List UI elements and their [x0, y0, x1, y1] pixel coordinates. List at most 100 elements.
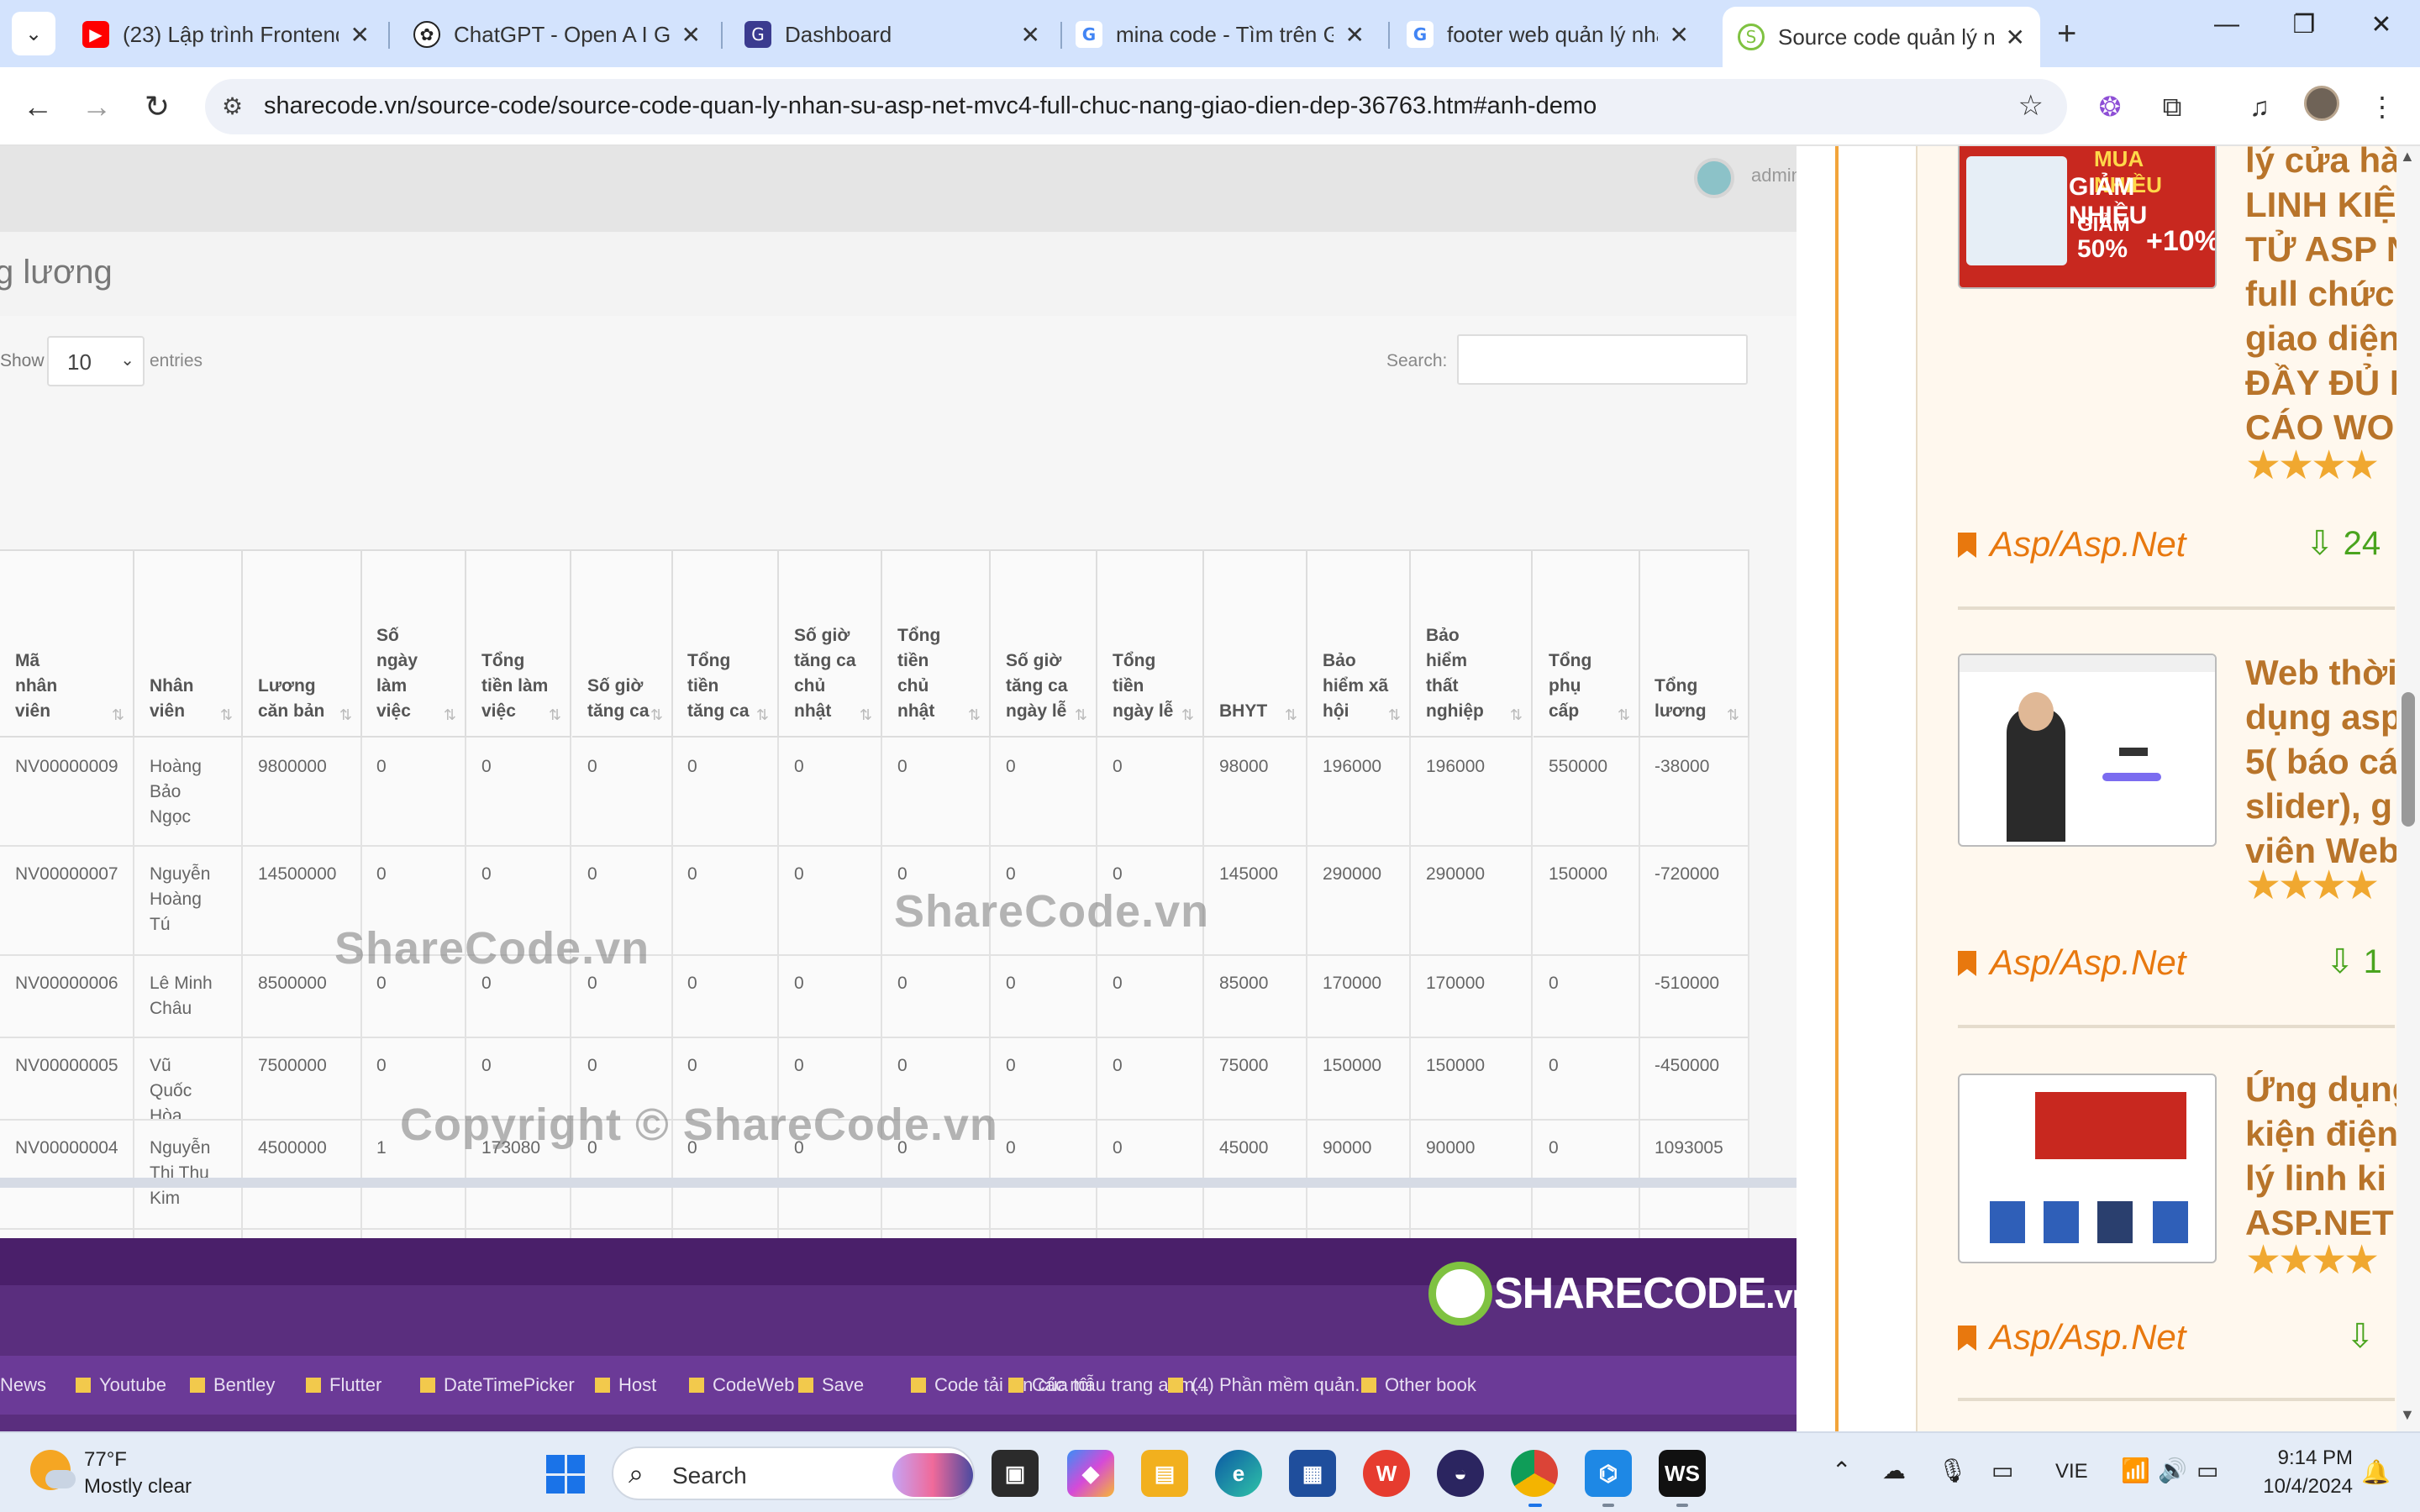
- column-header[interactable]: Tổng tiền ngày lễ ⇅: [1097, 551, 1204, 738]
- column-header[interactable]: BHYT ⇅: [1204, 551, 1307, 738]
- column-header[interactable]: Tổng phụ cấp ⇅: [1534, 551, 1640, 738]
- entries-select[interactable]: 10 ⌄: [47, 336, 145, 386]
- column-header[interactable]: Bảo hiểm thất nghiệp ⇅: [1411, 551, 1533, 738]
- weather-desc[interactable]: Mostly clear: [84, 1475, 192, 1499]
- sort-icon[interactable]: ⇅: [112, 706, 124, 724]
- forward-icon[interactable]: →: [76, 86, 118, 128]
- close-icon[interactable]: ✕: [1670, 21, 1689, 49]
- sort-icon[interactable]: ⇅: [549, 706, 561, 724]
- bookmark-item[interactable]: Other book: [1361, 1374, 1476, 1396]
- bookmark-item[interactable]: (4) Phần mềm quản...: [1168, 1374, 1370, 1396]
- clock-time[interactable]: 9:14 PM: [2272, 1446, 2353, 1470]
- sort-icon[interactable]: ⇅: [444, 706, 456, 724]
- column-header[interactable]: Bảo hiểm xã hội ⇅: [1307, 551, 1411, 738]
- wifi-icon[interactable]: 📶: [2121, 1457, 2150, 1484]
- sort-icon[interactable]: ⇅: [339, 706, 352, 724]
- site-info-icon[interactable]: ⚙: [222, 92, 243, 120]
- chevron-up-icon[interactable]: ⌃: [1832, 1457, 1851, 1484]
- tab-search-button[interactable]: ⌄: [12, 12, 55, 55]
- sort-icon[interactable]: ⇅: [1285, 706, 1297, 724]
- clock-date[interactable]: 10/4/2024: [2249, 1475, 2353, 1499]
- media-control-icon[interactable]: ♫: [2238, 86, 2281, 128]
- bookmark-item[interactable]: DateTimePicker: [420, 1374, 575, 1396]
- bookmark-item[interactable]: Host: [595, 1374, 656, 1396]
- address-bar[interactable]: ⚙ sharecode.vn/source-code/source-code-q…: [205, 79, 2067, 134]
- card-title-line[interactable]: slider), g: [2245, 784, 2392, 828]
- column-header[interactable]: Mã nhân viên ⇅: [0, 551, 134, 738]
- reload-icon[interactable]: ↻: [136, 86, 178, 128]
- card-thumbnail[interactable]: MUA NHIỀU GIẢM NHIỀU GIẢM 50% +10%: [1958, 146, 2217, 289]
- column-header[interactable]: Số giờ tăng ca ⇅: [572, 551, 673, 738]
- card-title-line[interactable]: 5( báo cá: [2245, 739, 2396, 784]
- category-link[interactable]: Asp/Asp.Net: [1958, 1317, 2186, 1357]
- card-title-line[interactable]: Ứng dụng: [2245, 1067, 2396, 1111]
- tab-chatgpt[interactable]: ✿ ChatGPT - Open A I Gpt ✕: [398, 8, 716, 60]
- vscode-icon[interactable]: ⌬: [1585, 1450, 1632, 1497]
- scroll-down-icon[interactable]: ▼: [2400, 1406, 2415, 1424]
- notification-bell-icon[interactable]: 🔔: [2361, 1458, 2391, 1486]
- search-input[interactable]: [1457, 334, 1748, 385]
- battery-icon[interactable]: ▭: [2196, 1457, 2218, 1484]
- card-title-line[interactable]: LINH KIỆ: [2245, 182, 2396, 227]
- copilot-icon[interactable]: ◆: [1067, 1450, 1114, 1497]
- sort-icon[interactable]: ⇅: [1510, 706, 1523, 724]
- tab-sharecode-active[interactable]: S Source code quản lý nhân ✕: [1723, 7, 2040, 67]
- bookmark-item[interactable]: CodeWeb: [689, 1374, 794, 1396]
- language-indicator[interactable]: VIE: [2055, 1460, 2088, 1483]
- bookmark-item[interactable]: Youtube: [76, 1374, 166, 1396]
- card-title-line[interactable]: full chức: [2245, 271, 2394, 316]
- back-icon[interactable]: ←: [17, 86, 59, 128]
- tab-dashboard[interactable]: G Dashboard ✕: [729, 8, 1055, 60]
- bookmark-star-icon[interactable]: ☆: [2018, 89, 2044, 123]
- restore-icon[interactable]: ❐: [2279, 10, 2329, 39]
- scroll-thumb[interactable]: [2402, 692, 2415, 827]
- card-title-line[interactable]: ĐẦY ĐỦ B: [2245, 360, 2396, 405]
- category-link[interactable]: Asp/Asp.Net: [1958, 524, 2186, 564]
- column-header[interactable]: Số giờ tăng ca chủ nhật ⇅: [779, 551, 882, 738]
- card-title-line[interactable]: lý linh ki: [2245, 1156, 2386, 1200]
- close-icon[interactable]: ✕: [2006, 24, 2025, 51]
- horizontal-scrollbar[interactable]: [0, 1178, 1797, 1188]
- webstorm-icon[interactable]: WS: [1659, 1450, 1706, 1497]
- chrome-icon[interactable]: [1511, 1450, 1558, 1497]
- bookmark-item[interactable]: Flutter: [306, 1374, 381, 1396]
- sort-icon[interactable]: ⇅: [1388, 706, 1401, 724]
- profile-avatar[interactable]: [2304, 86, 2339, 121]
- close-window-icon[interactable]: ✕: [2356, 10, 2407, 39]
- weather-icon[interactable]: [30, 1450, 76, 1490]
- card-title-line[interactable]: TỬ ASP N: [2245, 227, 2396, 271]
- sort-icon[interactable]: ⇅: [1727, 706, 1739, 724]
- bookmark-item[interactable]: Save: [798, 1374, 864, 1396]
- sort-icon[interactable]: ⇅: [220, 706, 233, 724]
- menu-icon[interactable]: ⋮: [2361, 86, 2403, 128]
- close-icon[interactable]: ✕: [681, 21, 701, 49]
- brain-extension-icon[interactable]: ❂: [2089, 86, 2131, 128]
- sort-icon[interactable]: ⇅: [968, 706, 981, 724]
- sort-icon[interactable]: ⇅: [860, 706, 872, 724]
- display-icon[interactable]: ▭: [1991, 1457, 2013, 1484]
- card-thumbnail[interactable]: [1958, 1074, 2217, 1263]
- store-icon[interactable]: ▦: [1289, 1450, 1336, 1497]
- card-title-line[interactable]: kiện điện: [2245, 1111, 2396, 1156]
- edge-icon[interactable]: e: [1215, 1450, 1262, 1497]
- taskbar-search[interactable]: ⌕ Search: [612, 1446, 975, 1500]
- start-button[interactable]: [546, 1455, 585, 1494]
- tab-youtube[interactable]: ▶ (23) Lập trình Frontend ✕: [67, 8, 385, 60]
- close-icon[interactable]: ✕: [1021, 21, 1040, 49]
- minimize-icon[interactable]: —: [2202, 10, 2252, 39]
- card-title-line[interactable]: dụng asp: [2245, 695, 2396, 739]
- tab-google-footer[interactable]: G footer web quản lý nhân ✕: [1392, 8, 1704, 60]
- column-header[interactable]: Nhân viên ⇅: [134, 551, 243, 738]
- card-title-line[interactable]: lý cửa hà: [2245, 146, 2396, 182]
- extensions-icon[interactable]: ⧉: [2151, 86, 2193, 128]
- eclipse-icon[interactable]: ◒: [1437, 1450, 1484, 1497]
- volume-icon[interactable]: 🔊: [2158, 1457, 2187, 1484]
- wps-icon[interactable]: W: [1363, 1450, 1410, 1497]
- new-tab-button[interactable]: +: [2057, 15, 2076, 52]
- bookmark-item[interactable]: Bentley: [190, 1374, 275, 1396]
- column-header[interactable]: Số giờ tăng ca ngày lễ ⇅: [991, 551, 1097, 738]
- sort-icon[interactable]: ⇅: [650, 706, 663, 724]
- column-header[interactable]: Tổng lương ⇅: [1639, 551, 1749, 738]
- column-header[interactable]: Tổng tiền chủ nhật ⇅: [882, 551, 991, 738]
- sort-icon[interactable]: ⇅: [756, 706, 769, 724]
